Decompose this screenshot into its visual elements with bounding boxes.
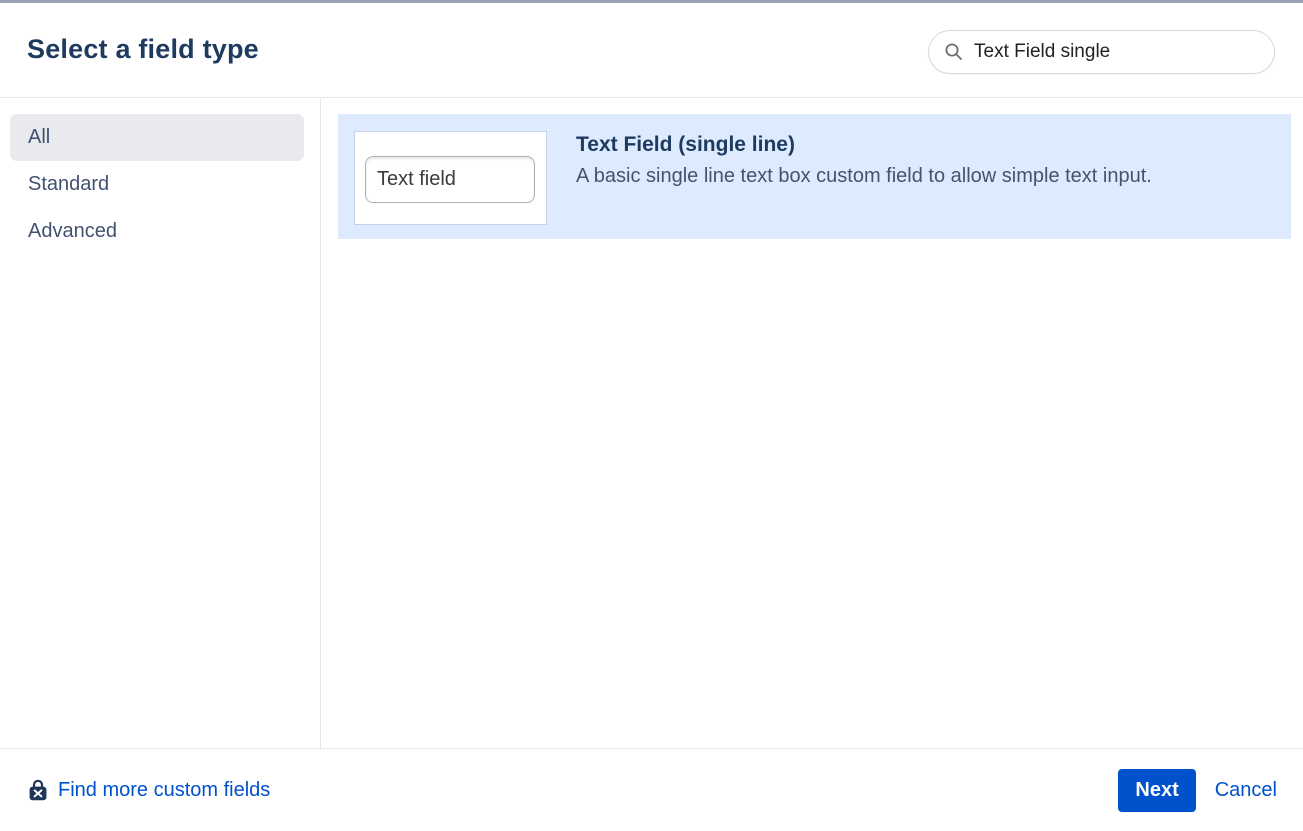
field-preview-card: Text field (354, 131, 547, 225)
field-preview-text: Text field (377, 168, 456, 191)
sidebar-item-label: Advanced (28, 220, 117, 243)
dialog-footer: Find more custom fields Next Cancel (0, 748, 1303, 831)
sidebar-item-all[interactable]: All (10, 114, 304, 161)
sidebar-item-label: Standard (28, 173, 109, 196)
dialog-body: All Standard Advanced Text field Text Fi… (0, 98, 1303, 748)
footer-actions: Next Cancel (1118, 769, 1277, 812)
sidebar-item-advanced[interactable]: Advanced (10, 208, 304, 255)
field-type-info: Text Field (single line) A basic single … (576, 131, 1152, 189)
sidebar-item-label: All (28, 126, 50, 149)
cancel-link[interactable]: Cancel (1215, 779, 1277, 802)
field-type-dialog: Select a field type All Standard Advance… (0, 0, 1303, 831)
field-search-box[interactable] (928, 30, 1275, 74)
search-input[interactable] (974, 41, 1260, 63)
find-more-custom-fields-link[interactable]: Find more custom fields (58, 779, 270, 802)
search-icon (944, 42, 964, 62)
marketplace-bag-icon (28, 779, 48, 802)
category-sidebar: All Standard Advanced (0, 98, 321, 748)
dialog-header: Select a field type (0, 3, 1303, 97)
page-title: Select a field type (27, 34, 259, 65)
field-preview-input: Text field (365, 156, 535, 203)
sidebar-item-standard[interactable]: Standard (10, 161, 304, 208)
field-type-row-text-field-single[interactable]: Text field Text Field (single line) A ba… (338, 114, 1291, 239)
field-type-title: Text Field (single line) (576, 133, 1152, 157)
results-list: Text field Text Field (single line) A ba… (321, 98, 1303, 748)
field-type-description: A basic single line text box custom fiel… (576, 163, 1152, 189)
footer-left: Find more custom fields (28, 779, 270, 802)
next-button[interactable]: Next (1118, 769, 1195, 812)
